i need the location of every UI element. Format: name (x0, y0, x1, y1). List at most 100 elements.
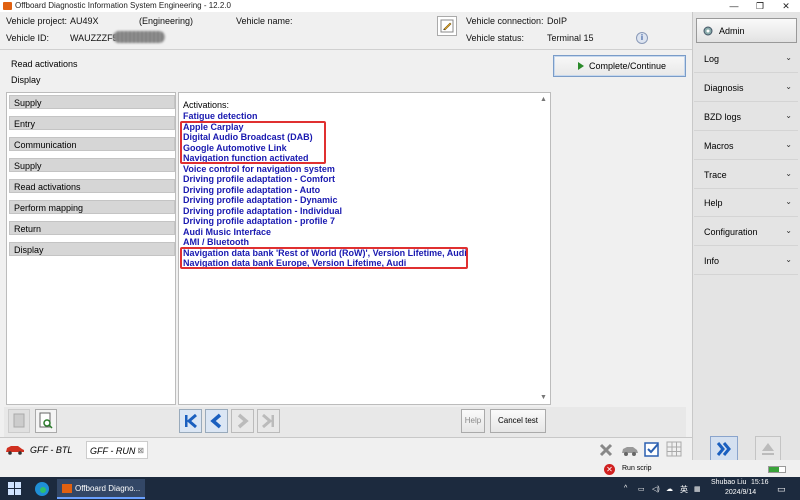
progress-indicator (768, 466, 786, 473)
activation-item: Driving profile adaptation - Dynamic (183, 195, 338, 205)
volume-icon[interactable]: ◁) (652, 485, 660, 493)
highlight-box (180, 247, 468, 269)
taskbar-user: Shubao Liu (711, 479, 747, 486)
menu-macros[interactable]: Macros ⌄ (694, 135, 798, 159)
chevron-down-icon: ⌄ (785, 82, 792, 91)
grid-tray-icon[interactable]: ▦ (694, 485, 701, 493)
menu-diagnosis-label: Diagnosis (704, 83, 744, 93)
help-button[interactable]: Help (461, 409, 485, 433)
menu-diagnosis[interactable]: Diagnosis ⌄ (694, 77, 798, 101)
car-gray-icon[interactable] (620, 442, 640, 458)
close-icon[interactable]: ✕ (774, 0, 798, 12)
step-label: Read activations (14, 182, 81, 192)
pencil-icon (440, 19, 454, 33)
close-tab-icon[interactable]: ⊠ (137, 442, 144, 460)
scroll-down-icon[interactable]: ▼ (540, 394, 547, 401)
cancel-test-button[interactable]: Cancel test (490, 409, 546, 433)
menu-log[interactable]: Log ⌄ (694, 48, 798, 72)
menu-info[interactable]: Info ⌄ (694, 250, 798, 274)
vehicle-status-label: Vehicle status: (466, 33, 525, 43)
forward-button[interactable] (231, 409, 254, 433)
title-bar: Offboard Diagnostic Information System E… (0, 0, 800, 12)
step-label: Supply (14, 161, 42, 171)
session-tabs: GFF - BTL GFF - RUN ⊠ (0, 437, 692, 459)
taskbar-time: 15:16 (751, 479, 769, 486)
skip-last-icon (262, 413, 274, 429)
step-item[interactable]: Supply (9, 158, 175, 172)
menu-configuration-label: Configuration (704, 227, 758, 237)
windows-taskbar: Offboard Diagno... ^ ▭ ◁) ☁ 英 ▦ Shubao L… (0, 477, 800, 500)
activation-item: Driving profile adaptation - Comfort (183, 174, 335, 184)
menu-help[interactable]: Help ⌄ (694, 192, 798, 216)
forward-panel-button[interactable] (710, 436, 738, 462)
complete-continue-button[interactable]: Complete/Continue (553, 55, 686, 77)
document-button[interactable] (8, 409, 30, 433)
tab-gff-run-label: GFF - RUN (90, 446, 136, 456)
eject-up-icon (762, 443, 774, 455)
breadcrumb: Read activations Display (4, 55, 552, 91)
checklist-icon[interactable] (643, 440, 661, 458)
activation-item: Fatigue detection (183, 111, 258, 121)
admin-label: Admin (719, 26, 745, 36)
vehicle-header: Vehicle project: AU49X (Engineering) Veh… (0, 12, 692, 50)
chevron-down-icon: ⌄ (785, 140, 792, 149)
last-button[interactable] (257, 409, 280, 433)
menu-bzd-logs[interactable]: BZD logs ⌄ (694, 106, 798, 130)
scroll-up-icon[interactable]: ▲ (540, 96, 547, 103)
divider (694, 130, 798, 131)
admin-button[interactable]: Admin (696, 18, 797, 43)
tray-chevron-icon[interactable]: ^ (624, 485, 627, 492)
notification-icon[interactable]: ▭ (777, 484, 786, 495)
windows-start-icon[interactable] (8, 482, 22, 496)
zoom-document-button[interactable] (35, 409, 57, 433)
step-item[interactable]: Communication (9, 137, 175, 151)
step-item[interactable]: Supply (9, 95, 175, 109)
admin-gear-icon (703, 26, 713, 36)
double-chevron-right-icon (716, 442, 731, 456)
menu-trace[interactable]: Trace ⌄ (694, 164, 798, 188)
onedrive-icon[interactable]: ☁ (666, 485, 673, 493)
document-icon (13, 413, 25, 428)
divider (694, 101, 798, 102)
vehicle-project-value: AU49X (70, 16, 99, 26)
grid-icon[interactable] (665, 440, 683, 458)
vehicle-project-label: Vehicle project: (6, 16, 68, 26)
activation-item: Driving profile adaptation - Individual (183, 205, 343, 216)
step-item[interactable]: Read activations (9, 179, 175, 193)
activations-panel: Activations: Fatigue detection Apple Car… (178, 92, 551, 405)
tab-gff-btl[interactable]: GFF - BTL (30, 441, 84, 459)
step-item[interactable]: Entry (9, 116, 175, 130)
vehicle-status-value: Terminal 15 (547, 33, 594, 43)
first-button[interactable] (179, 409, 202, 433)
minimize-icon[interactable]: — (722, 0, 746, 12)
info-icon[interactable]: i (636, 32, 648, 44)
divider (694, 159, 798, 160)
back-button[interactable] (205, 409, 228, 433)
up-panel-button[interactable] (755, 436, 781, 462)
step-item[interactable]: Display (9, 242, 175, 256)
vehicle-id-label: Vehicle ID: (6, 33, 50, 43)
activation-item: Driving profile adaptation - Auto (183, 184, 321, 195)
edit-vehicle-name-button[interactable] (437, 16, 457, 36)
menu-bzd-logs-label: BZD logs (704, 112, 742, 122)
step-item[interactable]: Perform mapping (9, 200, 175, 214)
edge-browser-icon[interactable] (34, 481, 50, 497)
step-item[interactable]: Return (9, 221, 175, 235)
breadcrumb-line2: Display (11, 75, 41, 85)
complete-continue-label: Complete/Continue (589, 61, 667, 71)
menu-macros-label: Macros (704, 141, 734, 151)
redaction-blur (113, 31, 165, 43)
tab-gff-run[interactable]: GFF - RUN ⊠ (86, 441, 148, 459)
window-title: Offboard Diagnostic Information System E… (15, 1, 231, 10)
network-icon[interactable]: ▭ (638, 485, 645, 493)
chevron-down-icon: ⌄ (785, 53, 792, 62)
maximize-icon[interactable]: ❐ (748, 0, 772, 12)
ime-indicator[interactable]: 英 (680, 484, 688, 495)
vertical-scrollbar[interactable]: ▲ ▼ (538, 93, 550, 404)
right-column-area (553, 80, 688, 405)
chevron-down-icon: ⌄ (785, 255, 792, 264)
menu-configuration[interactable]: Configuration ⌄ (694, 221, 798, 245)
taskbar-app-odis[interactable]: Offboard Diagno... (57, 479, 145, 499)
menu-trace-label: Trace (704, 170, 727, 180)
cancel-x-icon[interactable] (598, 442, 614, 458)
